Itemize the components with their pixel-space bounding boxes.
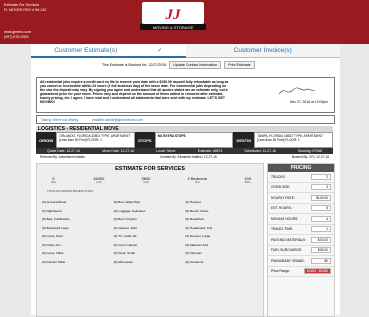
tab-customer-estimates[interactable]: Customer Estimate(s) ✓ <box>31 44 186 58</box>
list-item: (0) Hamper <box>185 200 201 204</box>
list-item: (0) Bed, King/Qn <box>113 217 137 221</box>
estimate-stats: 0 (lbs) 15000 (cuft) 3600 (cuft) 2 Bedroom(… <box>51 176 251 184</box>
estimate-panel: Customer Estimate(s) ✓ Customer Invoice(… <box>31 44 340 317</box>
booked-by: Booked By: CR | 12-27-16 <box>291 155 329 159</box>
list-item: (0) Microwave <box>113 259 134 264</box>
shipment-label: Taking: We're not driving <box>41 117 78 122</box>
list-item: (0) Luggage, Suitcases <box>113 208 146 213</box>
list-item: (0) Lamp, Floor <box>42 234 64 238</box>
scheduled-date: Scheduled: 12-27-16 <box>244 149 277 153</box>
pricing-row: PIANO/BABY GRAND: $0 <box>268 256 334 267</box>
origin-label: ORIGIN <box>36 132 57 148</box>
inventory-list: (0) Armoire/Wood (0) Bed, Water Bed (0) … <box>42 198 257 266</box>
page-header: Estimate For Services FL MOVER REG # IM-… <box>0 0 369 44</box>
list-item: (0) Headboard, K/Q <box>185 225 213 230</box>
origin-value: ORLANDO, FLORIDA 32801 TYPE: APARTMENT [… <box>56 132 136 148</box>
move-type: Local / Move <box>156 149 176 153</box>
check-icon: ✓ <box>157 47 163 54</box>
update-contact-button[interactable]: Update Contact Information <box>169 60 222 69</box>
tab-label: Customer Invoice(s) <box>233 47 292 54</box>
total-boxes: TOTAL ESTIMATED BOXES/TOTES: <box>47 189 94 193</box>
route-row: ORIGIN ORLANDO, FLORIDA 32801 TYPE: APAR… <box>36 132 333 148</box>
shipment-row: Taking: We're not driving emaileh.owhite… <box>36 115 335 124</box>
pricing-row: HOURLY RATE: $149.00 <box>268 193 334 204</box>
tab-bar: Customer Estimate(s) ✓ Customer Invoice(… <box>31 44 340 58</box>
stops-value: NO EXTRA STOPS <box>154 132 234 148</box>
stat-distance: 193 Miles <box>244 176 251 184</box>
blocked-date-text: This Estimate is Blocked for: 12/27/2016 <box>102 62 167 67</box>
list-item: (0) Curio Cabinet <box>113 242 138 247</box>
referral-row: Referred By: Advertised estates Created … <box>36 154 333 160</box>
pricing-panel: PRICING TRUCKS: 2 CREW SIZE: 3 HOURLY RATE… <box>267 163 335 317</box>
list-item: (0) Nightstand <box>42 208 62 213</box>
list-item: (0) Bed, Full/Double <box>42 217 70 221</box>
quote-date: Quote Date: 12-27-16 <box>47 149 80 153</box>
pricing-row: CREW SIZE: 3 <box>268 183 334 193</box>
list-item: (0) Bench, Piano <box>185 208 209 213</box>
list-item: (0) Bookshelf <box>185 217 204 221</box>
list-item: (0) Mattress K/Q <box>185 242 209 247</box>
estimate-title: ESTIMATE FOR SERVICES <box>115 166 185 172</box>
svg-text:MOVING & STORAGE: MOVING & STORAGE <box>153 25 194 30</box>
svg-text:JJ: JJ <box>165 7 182 23</box>
created-by: Created By: Elizabeth Natiles | 12-27-16 <box>159 155 217 159</box>
company-contact: www.jjmetro.com (957) 675-0300 <box>4 30 31 40</box>
company-logo: JJ MOVING & STORAGE <box>140 2 206 30</box>
list-item: (0) Bookshelf Large <box>42 225 69 230</box>
signature-date: Dec 27, 2016 at 12:04pm <box>289 100 328 104</box>
list-item: (0) Ottoman <box>185 251 202 255</box>
pricing-row: PACKING MATERIALS: $15.00 <box>268 235 334 246</box>
signature <box>278 87 316 95</box>
price-range-row: Price Range: $1489 - $2086 <box>268 267 334 277</box>
pricing-row: MOVING HOURS: 4 <box>268 214 334 225</box>
tab-label: Customer Estimate(s) <box>54 46 118 54</box>
list-item: (0) TV, Under 40 <box>113 234 137 238</box>
stat-cuft: 3600 (cuft) <box>141 176 151 184</box>
email-link[interactable]: emaileh.owhite@jjmovetrons.com <box>92 118 143 122</box>
stat-volume: 15000 (cuft) <box>93 176 105 184</box>
print-estimate-button[interactable]: Print Estimate <box>224 60 255 69</box>
pricing-row: TRUCKS: 2 <box>268 172 334 183</box>
list-item: (0) Cabinet, Wall <box>113 225 137 230</box>
move-date: Move Date: 12-27-16 <box>102 149 135 153</box>
stat-size: 2 Bedroom (lbs) <box>187 176 208 184</box>
list-item: (0) Credenza <box>185 259 204 264</box>
destination-value: TAMPA, FLORIDA 33602 TYPE: APARTMENT [Le… <box>254 132 333 148</box>
phone-number: (957) 675-0300 <box>4 35 29 39</box>
list-item: (0) Bed, Water Bed <box>113 200 141 204</box>
booking-number: Booking: 57068 <box>298 149 322 153</box>
list-item: (0) Desk, Small <box>113 251 135 255</box>
list-item: (0) Lamp, Table <box>42 251 64 255</box>
list-item: (0) Kitchen Table <box>42 259 66 264</box>
pricing-row: TRAVEL TIME: 1 <box>268 225 334 235</box>
destination-label: DESTIN <box>233 132 255 148</box>
estimate-section: ESTIMATE FOR SERVICES 0 (lbs) 15000 (cuft)… <box>36 163 264 317</box>
stat-weight: 0 (lbs) <box>51 176 57 184</box>
pricing-row: FUEL SURCHARGE: $25.00 <box>268 246 334 256</box>
company-info: Estimate For Services FL MOVER REG # IM-… <box>4 3 46 13</box>
tab-customer-invoices[interactable]: Customer Invoice(s) <box>185 44 340 58</box>
mover-reg: FL MOVER REG # IM-120 <box>4 8 47 12</box>
pricing-title: PRICING <box>268 164 334 172</box>
list-item: (0) Armoire/Wood <box>42 200 67 204</box>
stops-label: STOPS <box>135 132 155 148</box>
estimate-number: Estimate: #8574 <box>197 149 223 153</box>
list-item: (0) Chair, Arm <box>42 242 62 247</box>
disclaimer-text: All residential jobs require a credit ca… <box>40 80 229 105</box>
list-item: (0) Dresser, Large <box>185 234 211 238</box>
pricing-row: EST. HOURS: 5 <box>268 204 334 214</box>
referred-by: Referred By: Advertised estates <box>40 155 85 159</box>
disclaimer-box: All residential jobs require a credit ca… <box>36 77 335 113</box>
status-row: This Estimate is Blocked for: 12/27/2016… <box>31 58 340 71</box>
